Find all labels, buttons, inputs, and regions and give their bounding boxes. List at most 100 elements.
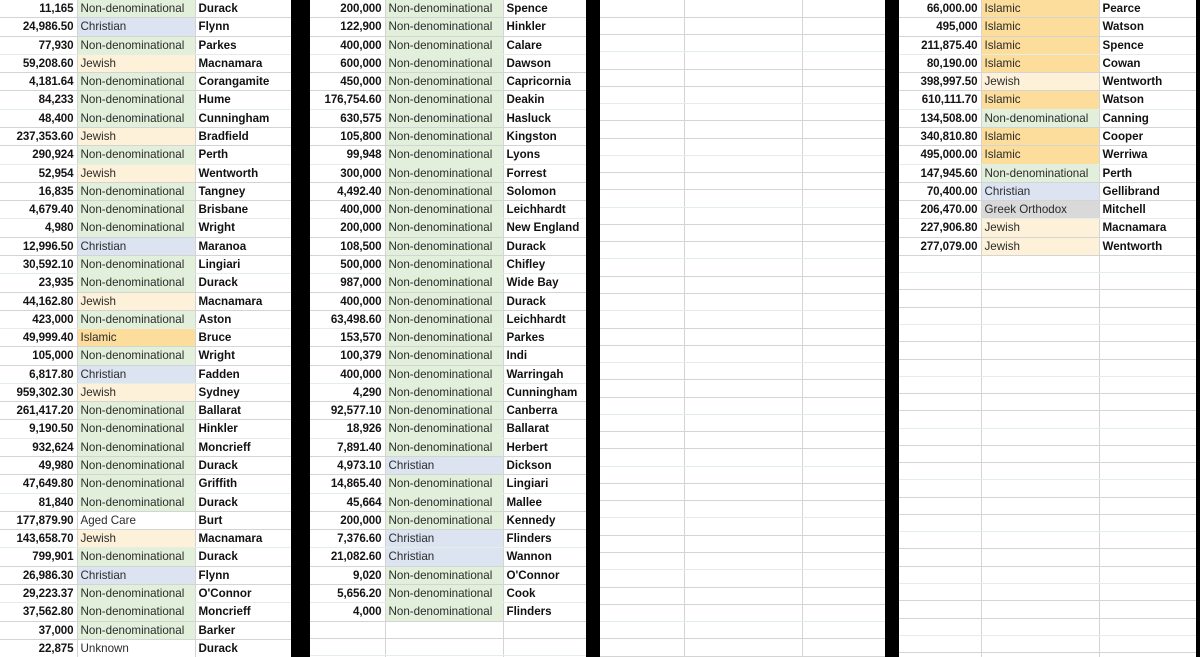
table-row[interactable]: 47,649.80 Non-denominational Griffith <box>0 474 291 494</box>
cell-denomination[interactable]: Christian <box>77 237 196 256</box>
cell-amount[interactable]: 500,000 <box>310 255 386 275</box>
cell-electorate[interactable]: Wright <box>195 346 291 366</box>
cell-amount[interactable]: 49,980 <box>0 456 78 476</box>
cell-amount[interactable]: 45,664 <box>310 493 386 512</box>
table-row[interactable]: 630,575 Non-denominational Hasluck <box>310 109 586 128</box>
cell-amount[interactable] <box>899 255 982 274</box>
cell-amount[interactable] <box>899 652 982 657</box>
cell-amount[interactable]: 84,233 <box>0 90 78 110</box>
left-pane[interactable]: 11,165 Non-denominational Durack 24,986.50 C… <box>0 0 291 657</box>
table-row[interactable]: 450,000 Non-denominational Capricornia <box>310 72 586 92</box>
table-row[interactable]: 400,000 Non-denominational Calare <box>310 36 586 55</box>
cell-electorate[interactable] <box>802 638 885 657</box>
table-row[interactable]: 37,000 Non-denominational Barker <box>0 621 291 640</box>
cell-electorate[interactable]: Hasluck <box>503 109 586 128</box>
cell-electorate[interactable] <box>1099 341 1196 360</box>
cell-denomination[interactable]: Non-denominational <box>385 109 504 128</box>
cell-electorate[interactable] <box>503 621 586 639</box>
cell-electorate[interactable]: Cowan <box>1099 54 1196 74</box>
table-row[interactable] <box>600 500 885 519</box>
cell-amount[interactable]: 227,906.80 <box>899 218 982 238</box>
cell-denomination[interactable] <box>684 17 803 36</box>
table-row[interactable] <box>600 587 885 605</box>
cell-denomination[interactable] <box>981 479 1100 498</box>
cell-electorate[interactable]: Durack <box>503 237 586 256</box>
cell-electorate[interactable]: Lingiari <box>195 255 291 275</box>
cell-amount[interactable]: 48,400 <box>0 109 78 128</box>
cell-electorate[interactable] <box>1099 272 1196 291</box>
cell-electorate[interactable] <box>802 414 885 433</box>
table-row[interactable] <box>600 483 885 502</box>
table-row[interactable] <box>600 86 885 105</box>
cell-electorate[interactable]: Leichhardt <box>503 310 586 330</box>
cell-electorate[interactable]: Hinkler <box>503 17 586 37</box>
cell-electorate[interactable] <box>802 604 885 623</box>
cell-denomination[interactable] <box>684 172 803 191</box>
cell-electorate[interactable]: Solomon <box>503 182 586 202</box>
cell-amount[interactable]: 59,208.60 <box>0 54 78 74</box>
cell-electorate[interactable]: Maranoa <box>195 237 291 256</box>
table-row[interactable]: 398,997.50 Jewish Wentworth <box>899 72 1196 92</box>
cell-electorate[interactable]: Ballarat <box>503 419 586 439</box>
table-row[interactable]: 206,470.00 Greek Orthodox Mitchell <box>899 200 1196 220</box>
cell-electorate[interactable]: Brisbane <box>195 200 291 220</box>
cell-electorate[interactable] <box>802 120 885 139</box>
cell-amount[interactable]: 400,000 <box>310 36 386 55</box>
table-row[interactable]: 7,376.60 Christian Flinders <box>310 529 586 549</box>
table-row[interactable]: 211,875.40 Islamic Spence <box>899 36 1196 55</box>
table-row[interactable]: 77,930 Non-denominational Parkes <box>0 36 291 55</box>
cell-denomination[interactable] <box>981 324 1100 343</box>
table-row[interactable] <box>899 531 1196 550</box>
table-row[interactable] <box>600 103 885 122</box>
cell-amount[interactable]: 14,865.40 <box>310 474 386 494</box>
cell-electorate[interactable] <box>1099 479 1196 498</box>
table-row[interactable]: 495,000.00 Islamic Werriwa <box>899 145 1196 165</box>
cell-amount[interactable] <box>899 410 982 429</box>
cell-denomination[interactable] <box>385 638 504 657</box>
cell-denomination[interactable]: Christian <box>77 365 196 384</box>
cell-denomination[interactable]: Non-denominational <box>385 493 504 512</box>
cell-amount[interactable]: 4,492.40 <box>310 182 386 202</box>
cell-electorate[interactable] <box>1099 393 1196 412</box>
cell-electorate[interactable]: Hinkler <box>195 419 291 439</box>
cell-denomination[interactable]: Non-denominational <box>385 200 504 220</box>
cell-denomination[interactable]: Non-denominational <box>385 438 504 458</box>
table-row[interactable]: 495,000 Islamic Watson <box>899 17 1196 37</box>
cell-denomination[interactable] <box>981 255 1100 274</box>
table-row[interactable] <box>600 293 885 312</box>
cell-amount[interactable]: 70,400.00 <box>899 182 982 202</box>
cell-amount[interactable] <box>899 324 982 343</box>
cell-amount[interactable] <box>899 635 982 654</box>
cell-denomination[interactable]: Jewish <box>981 218 1100 238</box>
table-row[interactable]: 959,302.30 Jewish Sydney <box>0 383 291 403</box>
table-row[interactable] <box>600 17 885 36</box>
table-row[interactable]: 4,181.64 Non-denominational Corangamite <box>0 72 291 92</box>
cell-amount[interactable]: 200,000 <box>310 511 386 531</box>
table-row[interactable]: 18,926 Non-denominational Ballarat <box>310 419 586 439</box>
table-row[interactable]: 600,000 Non-denominational Dawson <box>310 54 586 74</box>
table-row[interactable] <box>600 604 885 623</box>
cell-electorate[interactable]: Moncrieff <box>195 602 291 622</box>
cell-amount[interactable]: 400,000 <box>310 200 386 220</box>
cell-amount[interactable]: 4,000 <box>310 602 386 622</box>
cell-denomination[interactable] <box>981 497 1100 515</box>
cell-amount[interactable] <box>899 462 982 481</box>
table-row[interactable]: 153,570 Non-denominational Parkes <box>310 328 586 348</box>
table-row[interactable]: 9,020 Non-denominational O'Connor <box>310 566 586 586</box>
cell-amount[interactable] <box>600 138 685 156</box>
cell-amount[interactable] <box>600 535 685 554</box>
cell-amount[interactable] <box>600 258 685 277</box>
cell-denomination[interactable] <box>684 155 803 174</box>
table-row[interactable]: 52,954 Jewish Wentworth <box>0 164 291 183</box>
cell-denomination[interactable]: Unknown <box>77 639 196 657</box>
cell-denomination[interactable] <box>684 293 803 312</box>
cell-denomination[interactable] <box>684 379 803 398</box>
cell-amount[interactable]: 81,840 <box>0 493 78 512</box>
cell-denomination[interactable] <box>684 638 803 657</box>
cell-denomination[interactable] <box>684 224 803 243</box>
table-row[interactable]: 4,000 Non-denominational Flinders <box>310 602 586 622</box>
cell-denomination[interactable] <box>684 604 803 623</box>
cell-denomination[interactable]: Non-denominational <box>385 419 504 439</box>
cell-denomination[interactable]: Non-denominational <box>77 438 196 458</box>
cell-electorate[interactable] <box>1099 359 1196 377</box>
